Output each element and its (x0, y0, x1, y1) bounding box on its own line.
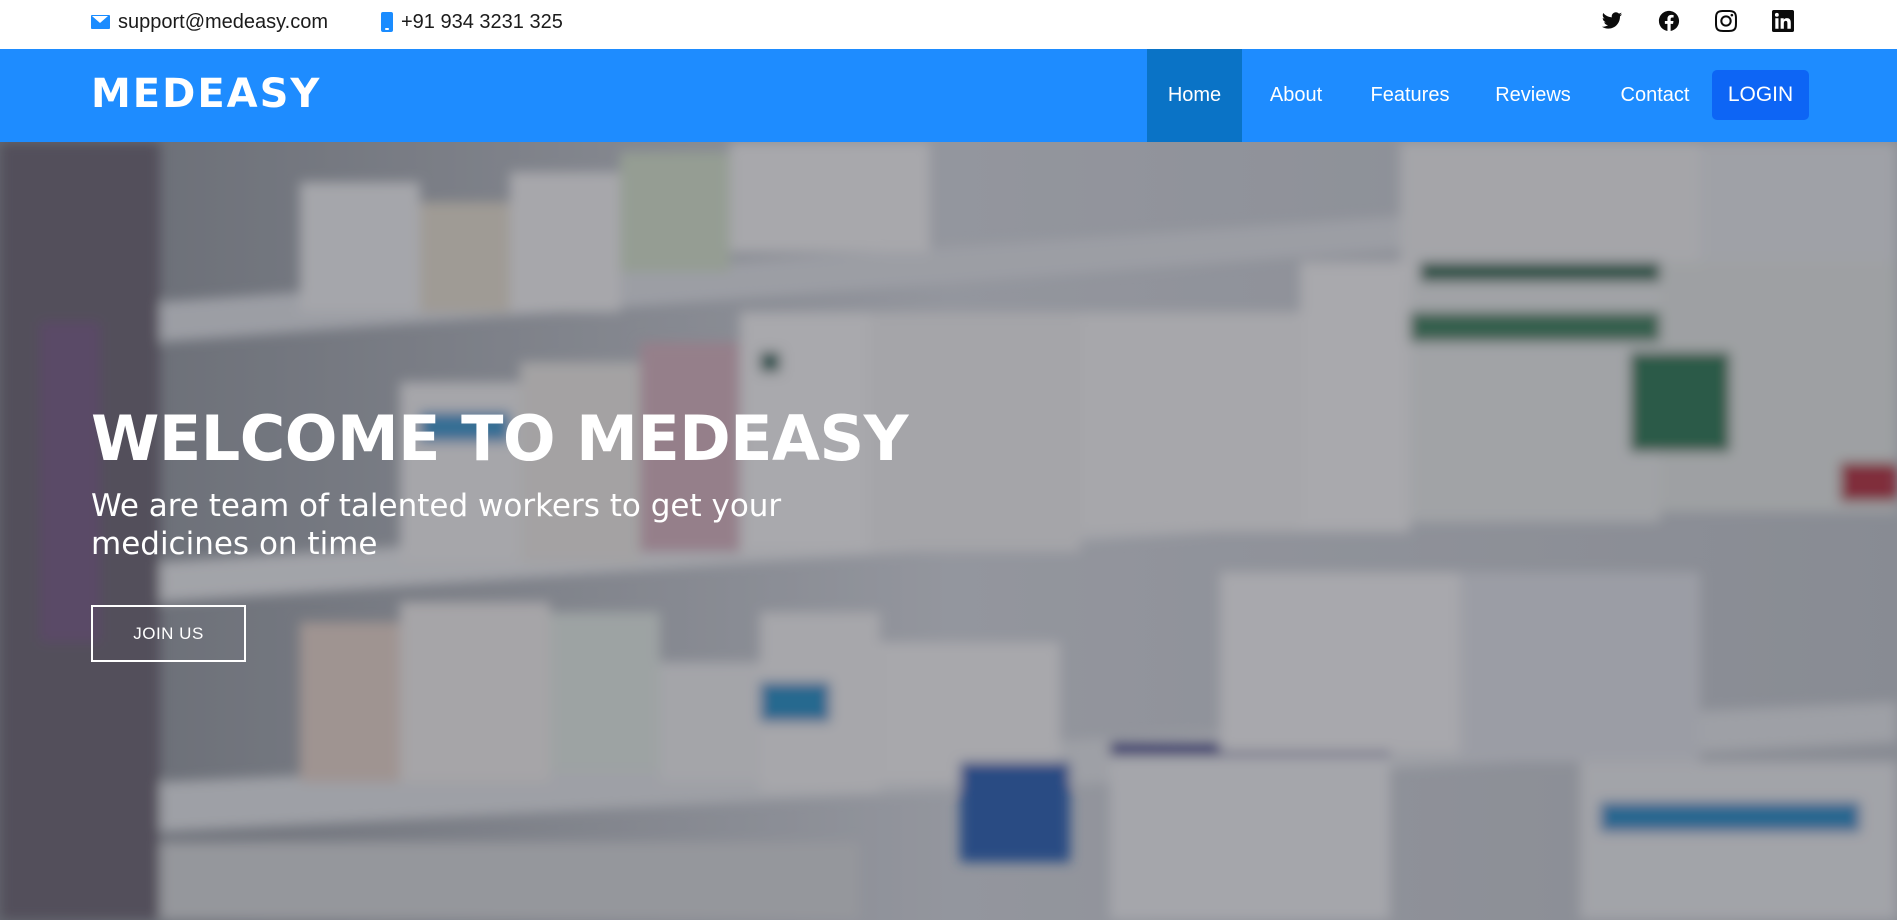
join-us-button[interactable]: JOIN US (91, 605, 246, 662)
twitter-icon[interactable] (1600, 9, 1624, 33)
brand-logo[interactable]: MEDEASY (91, 71, 321, 117)
top-contact-bar: support@medeasy.com +91 934 3231 325 (0, 0, 1897, 49)
login-button[interactable]: LOGIN (1712, 70, 1809, 120)
hero-subtitle: We are team of talented workers to get y… (91, 488, 782, 562)
nav-reviews[interactable]: Reviews (1487, 49, 1579, 142)
instagram-icon[interactable] (1714, 9, 1738, 33)
hero-title: WELCOME TO MEDEASY (91, 402, 909, 475)
facebook-icon[interactable] (1657, 9, 1681, 33)
email-contact[interactable]: support@medeasy.com (91, 0, 328, 44)
phone-contact[interactable]: +91 934 3231 325 (381, 0, 563, 44)
linkedin-icon[interactable] (1771, 9, 1795, 33)
nav-features[interactable]: Features (1360, 49, 1460, 142)
phone-text[interactable]: +91 934 3231 325 (401, 11, 563, 34)
main-navbar: MEDEASY Home About Features Reviews Cont… (0, 49, 1897, 142)
nav-about[interactable]: About (1254, 49, 1338, 142)
hero-section: WELCOME TO MEDEASY We are team of talent… (0, 142, 1897, 920)
email-text[interactable]: support@medeasy.com (118, 11, 328, 34)
mobile-phone-icon (381, 12, 393, 32)
nav-home[interactable]: Home (1147, 49, 1242, 142)
nav-contact[interactable]: Contact (1611, 49, 1699, 142)
mail-icon (91, 15, 110, 29)
